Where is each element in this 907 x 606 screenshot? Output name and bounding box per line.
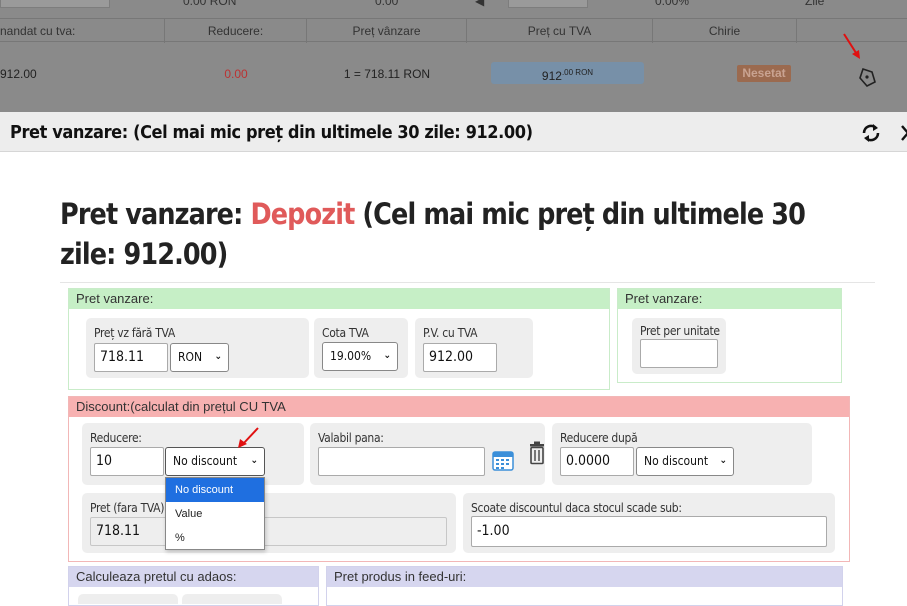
valid-until-label: Valabil pana: [318, 431, 384, 445]
dropdown-option-no-discount[interactable]: No discount [166, 478, 264, 502]
pv-vat-input[interactable]: 912.00 [423, 343, 497, 372]
background-table-header: nandat cu tva: Reducere: Preț vânzare Pr… [0, 18, 907, 43]
reduction-after-type-value: No discount [644, 454, 709, 468]
markup-panel-title: Calculeaza pretul cu adaos: [69, 567, 318, 587]
vat-value: 19.00% [330, 349, 372, 363]
column-header: Preț vânzare [307, 19, 467, 43]
currency-value: RON [178, 350, 203, 364]
top-row-value: 0.00% [655, 0, 690, 8]
rent-status-badge: Nesetat [737, 65, 791, 82]
red-arrow-annotation [238, 427, 259, 448]
chevron-down-icon: ⌄ [383, 350, 391, 361]
close-icon[interactable] [900, 124, 907, 142]
markup-group [78, 594, 178, 604]
markup-group [182, 594, 282, 604]
pv-vat-label: P.V. cu TVA [423, 326, 478, 340]
page-title: Pret vanzare: Depozit (Cel mai mic preț … [60, 194, 852, 274]
reduction-type-dropdown: No discount Value % [165, 477, 265, 550]
price-no-vat-input: 718.11 [90, 517, 447, 546]
background-top-row: 0.00 RON 0.00 0.00% Zile ◀ [0, 0, 907, 18]
top-row-value: 0.00 RON [183, 0, 237, 8]
vat-select[interactable]: 19.00% ⌄ [322, 342, 398, 371]
reduction-after-type-select[interactable]: No discount ⌄ [636, 447, 734, 476]
currency-select[interactable]: RON ⌄ [170, 343, 229, 372]
sale-price-value: 1 = 718.11 RON [343, 67, 431, 81]
reduction-after-input[interactable]: 0.0000 [560, 447, 634, 476]
reduction-input[interactable]: 10 [90, 447, 164, 476]
price-without-vat-input[interactable]: 718.11 [94, 343, 168, 372]
top-row-value: Zile [805, 0, 825, 8]
column-header: nandat cu tva: [0, 19, 165, 43]
feed-price-panel: Pret produs in feed-uri: [326, 566, 843, 606]
reduction-after-label: Reducere după [560, 431, 638, 445]
feed-price-panel-title: Pret produs in feed-uri: [327, 567, 842, 587]
reduction-label: Reducere: [90, 431, 142, 445]
calendar-icon[interactable] [491, 448, 515, 472]
unit-price-input[interactable] [640, 339, 718, 368]
discount-panel-title: Discount:(calculat din prețul CU TVA [69, 397, 849, 417]
price-vat-main: 912 [541, 69, 562, 83]
commanded-value: 912.00 [0, 67, 37, 81]
discount-value: 0.00 [224, 67, 248, 81]
price-without-vat-label: Preț vz fără TVA [94, 326, 175, 340]
unit-price-panel-title: Pret vanzare: [618, 289, 841, 309]
chevron-down-icon: ⌄ [719, 455, 727, 466]
title-prefix: Pret vanzare: [60, 197, 251, 231]
valid-until-input[interactable] [318, 447, 485, 476]
price-vat-sup: .00 RON [561, 68, 594, 77]
price-vat-badge[interactable]: 912.00 RON [491, 62, 644, 84]
column-header: Preț cu TVA [467, 19, 653, 43]
dropdown-option-percent[interactable]: % [166, 526, 264, 550]
modal-title-bar: Pret vanzare: (Cel mai mic preț din ulti… [0, 112, 907, 152]
left-arrow-icon: ◀ [475, 0, 485, 8]
refresh-icon[interactable] [860, 122, 882, 144]
title-divider [60, 282, 875, 283]
title-highlight: Depozit [250, 197, 355, 231]
modal-title: Pret vanzare: (Cel mai mic preț din ulti… [10, 122, 533, 143]
remove-discount-label: Scoate discountul daca stocul scade sub: [471, 501, 682, 515]
trash-icon[interactable] [527, 441, 547, 465]
unit-price-label: Pret per unitate [640, 324, 720, 338]
column-header: Chirie [653, 19, 797, 43]
remove-discount-input[interactable]: -1.00 [471, 516, 827, 547]
sale-price-panel-title: Pret vanzare: [69, 289, 609, 309]
vat-label: Cota TVA [322, 326, 369, 340]
red-arrow-annotation [843, 33, 860, 59]
top-row-value: 0.00 [375, 0, 399, 8]
dropdown-option-value[interactable]: Value [166, 502, 264, 526]
chevron-down-icon: ⌄ [214, 351, 222, 362]
column-header: Reducere: [165, 19, 307, 43]
background-table: 0.00 RON 0.00 0.00% Zile ◀ nandat cu tva… [0, 0, 907, 112]
price-no-vat-label: Pret (fara TVA) d [90, 501, 174, 515]
tag-icon[interactable] [856, 66, 878, 88]
reduction-type-value: No discount [173, 454, 238, 468]
